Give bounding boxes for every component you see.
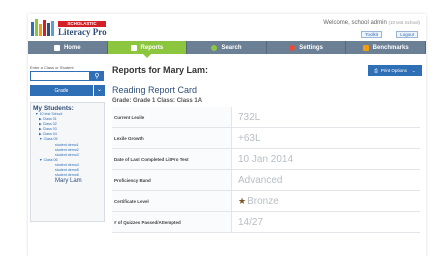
welcome-text: Welcome, school admin (10 test School): [323, 20, 420, 26]
header: SCHOLASTIC Literacy Pro Welcome, school …: [28, 14, 426, 40]
table-row: Proficiency Band Advanced: [112, 170, 420, 191]
nav-reports-label: Reports: [140, 44, 164, 51]
row-label: Certificate Level: [112, 191, 232, 211]
print-options-button[interactable]: ⎙ Print Options ⌄: [368, 65, 422, 76]
row-value: 732L: [238, 111, 261, 123]
reports-icon: [130, 44, 137, 51]
report-subtitle: Reading Report Card: [112, 85, 198, 95]
print-icon: ⎙: [374, 68, 378, 73]
tree-class-label: Class 06: [43, 157, 58, 162]
tree-class-label: Class 02: [42, 122, 57, 127]
nav-benchmarks[interactable]: Benchmarks: [346, 41, 426, 54]
row-label: Proficiency Band: [112, 170, 232, 190]
welcome-school: (10 test School): [388, 20, 420, 25]
sidebar: Enter a Class or Student ⚲ Grade ⌄ My St…: [30, 65, 108, 222]
students-title: My Students:: [33, 105, 74, 112]
search-icon: ⚲: [94, 73, 100, 80]
row-value: 14/27: [238, 216, 264, 228]
row-value: 10 Jan 2014: [238, 153, 294, 165]
grade-class-line: Grade: Grade 1 Class: Class 1A: [112, 98, 203, 104]
benchmarks-icon: [362, 44, 369, 51]
table-row: Lexile Growth +63L: [112, 128, 420, 149]
table-row: # of Quizzes Passed/Attempted 14/27: [112, 212, 420, 233]
chevron-down-icon: ⌄: [411, 67, 416, 73]
toolkit-button[interactable]: Toolkit: [361, 31, 382, 38]
row-label: # of Quizzes Passed/Attempted: [112, 212, 232, 232]
grade-select-label: Grade: [54, 87, 69, 94]
main-content: Reports for Mary Lam: ⎙ Print Options ⌄ …: [112, 65, 424, 233]
report-table: Current Lexile 732L Lexile Growth +63L D…: [112, 107, 420, 233]
literacy-pro-logo-icon: [31, 19, 55, 36]
row-label: Current Lexile: [112, 107, 232, 127]
nav-settings[interactable]: Settings: [267, 41, 347, 54]
tree-class-label: Class 01: [42, 117, 57, 122]
row-label: Lexile Growth: [112, 128, 232, 148]
nav-home[interactable]: Home: [28, 41, 108, 54]
student-tree: ▼ 10 test School ▶ Class 01 ▶ Class 02 ▶…: [33, 112, 102, 185]
search-button[interactable]: ⚲: [90, 71, 104, 81]
page: SCHOLASTIC Literacy Pro Welcome, school …: [28, 14, 426, 256]
row-value: +63L: [238, 132, 261, 144]
search-icon: [211, 44, 218, 51]
tree-student-selected[interactable]: Mary Lam: [33, 178, 102, 185]
search-input[interactable]: [30, 71, 90, 81]
main-nav: Home Reports Search Settings Benchmarks: [28, 41, 426, 58]
nav-settings-label: Settings: [299, 44, 323, 51]
star-icon: ★: [238, 195, 247, 206]
tree-class-label: Class 04: [42, 132, 57, 137]
table-row: Date of Last Completed LitPro Test 10 Ja…: [112, 149, 420, 170]
tree-class-label: Class 05: [43, 137, 58, 142]
nav-benchmarks-label: Benchmarks: [372, 44, 409, 51]
nav-search-label: Search: [221, 44, 242, 51]
row-label: Date of Last Completed LitPro Test: [112, 149, 232, 169]
nav-search[interactable]: Search: [187, 41, 267, 54]
row-value: Advanced: [238, 174, 283, 186]
home-icon: [53, 44, 60, 51]
students-panel: My Students: ▼ 10 test School ▶ Class 01…: [30, 102, 105, 222]
gear-icon: [289, 44, 296, 51]
tree-school-label: 10 test School: [39, 112, 63, 116]
nav-home-label: Home: [63, 44, 81, 51]
table-row: Current Lexile 732L: [112, 107, 420, 128]
tree-class-label: Class 03: [42, 127, 57, 132]
search-label: Enter a Class or Student: [30, 65, 74, 70]
logout-button[interactable]: Logout: [396, 31, 418, 38]
print-options-label: Print Options: [380, 68, 407, 73]
nav-reports[interactable]: Reports: [107, 41, 188, 58]
certificate-value: Bronze: [247, 195, 279, 207]
table-row: Certificate Level ★ Bronze: [112, 191, 420, 212]
chevron-down-icon: ⌄: [93, 85, 105, 96]
app-title: Literacy Pro: [58, 27, 107, 37]
row-value-certificate: ★ Bronze: [232, 191, 420, 211]
grade-select[interactable]: Grade ⌄: [30, 85, 105, 96]
search-row: ⚲: [30, 71, 108, 81]
welcome-label: Welcome, school admin: [323, 20, 387, 26]
